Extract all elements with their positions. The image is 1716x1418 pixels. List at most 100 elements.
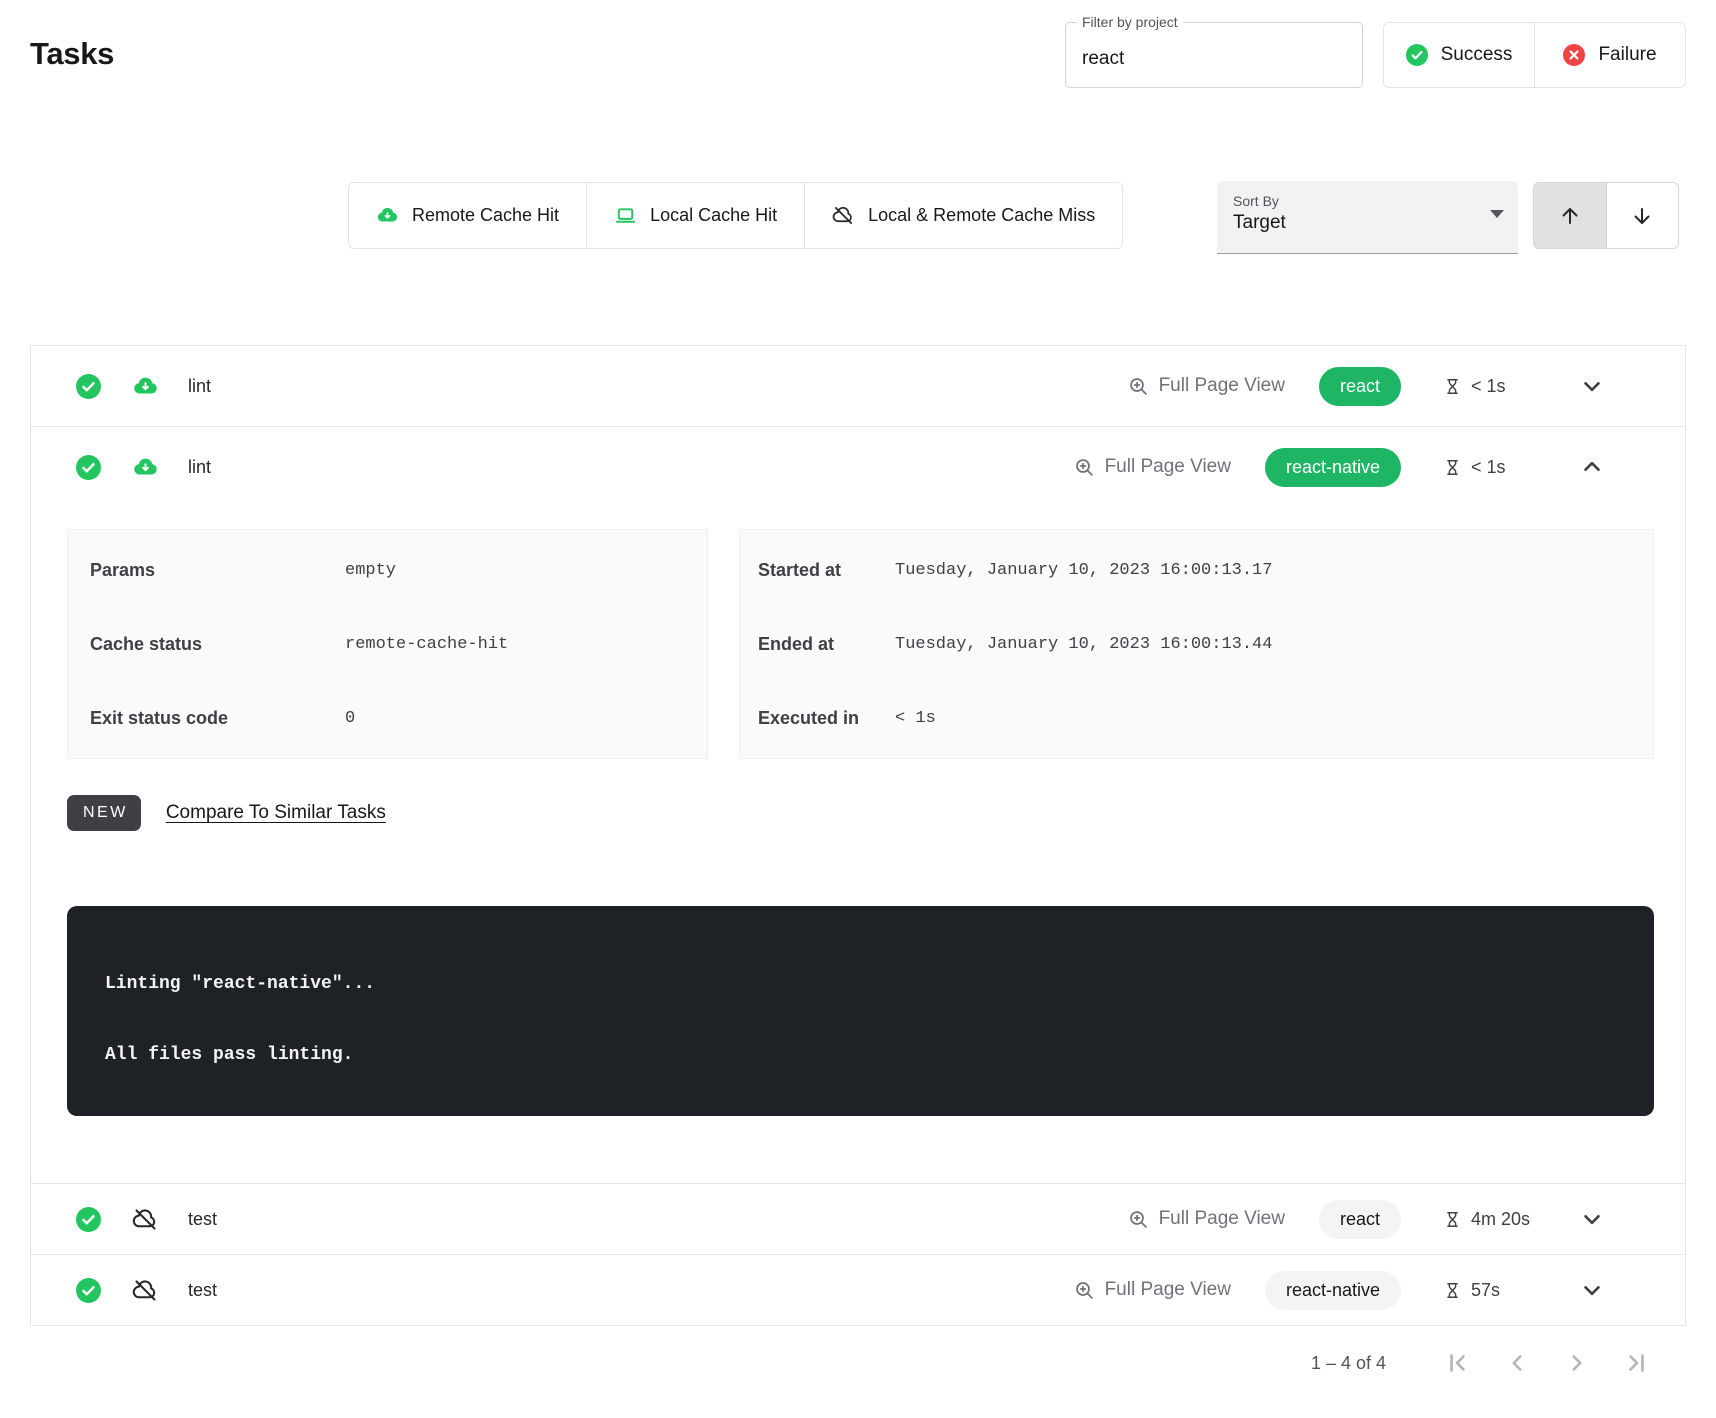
started-at-label: Started at	[758, 560, 895, 581]
chevron-up-icon[interactable]	[1579, 454, 1605, 480]
hourglass-icon	[1443, 458, 1462, 477]
local-cache-hit-label: Local Cache Hit	[650, 205, 777, 226]
last-page-button[interactable]	[1624, 1350, 1650, 1376]
task-name: lint	[188, 376, 211, 397]
local-cache-hit-filter-button[interactable]: Local Cache Hit	[586, 183, 804, 248]
zoom-in-icon	[1074, 457, 1095, 478]
ended-at-value: Tuesday, January 10, 2023 16:00:13.44	[895, 635, 1643, 654]
task-name: lint	[188, 457, 211, 478]
full-page-view-button[interactable]: Full Page View	[1128, 1208, 1285, 1230]
sort-by-label: Sort By	[1233, 193, 1502, 209]
terminal-output: Linting "react-native"... All files pass…	[67, 906, 1654, 1116]
table-row: Exit status code 0	[68, 681, 707, 755]
previous-page-button[interactable]	[1504, 1350, 1530, 1376]
hourglass-icon	[1443, 1281, 1462, 1300]
full-page-view-button[interactable]: Full Page View	[1074, 456, 1231, 478]
last-page-icon	[1624, 1350, 1650, 1376]
check-circle-icon	[76, 1207, 101, 1232]
remote-cache-hit-filter-button[interactable]: Remote Cache Hit	[349, 183, 586, 248]
remote-cache-hit-label: Remote Cache Hit	[412, 205, 559, 226]
table-row: Cache status remote-cache-hit	[68, 607, 707, 681]
compare-to-similar-tasks-link[interactable]: Compare To Similar Tasks	[166, 802, 386, 824]
chevron-right-icon	[1564, 1350, 1590, 1376]
exit-status-code-value: 0	[345, 709, 697, 728]
task-duration: 57s	[1471, 1280, 1500, 1301]
params-label: Params	[90, 560, 345, 581]
task-detail-panel: Params empty Cache status remote-cache-h…	[31, 507, 1685, 1183]
cloud-download-icon	[376, 204, 399, 227]
failure-filter-label: Failure	[1598, 44, 1656, 66]
cache-status-value: remote-cache-hit	[345, 635, 697, 654]
new-badge: NEW	[67, 795, 141, 831]
table-row: Params empty	[68, 533, 707, 607]
full-page-view-label: Full Page View	[1105, 456, 1231, 478]
task-row-test-react-native[interactable]: test Full Page View react-native 57s	[31, 1255, 1685, 1325]
sort-ascending-button[interactable]	[1534, 183, 1606, 248]
chevron-down-icon[interactable]	[1579, 373, 1605, 399]
zoom-in-icon	[1128, 376, 1149, 397]
pagination: 1 – 4 of 4	[1311, 1350, 1650, 1376]
started-at-value: Tuesday, January 10, 2023 16:00:13.17	[895, 561, 1643, 580]
task-row-test-react[interactable]: test Full Page View react 4m 20s	[31, 1184, 1685, 1254]
failure-filter-button[interactable]: Failure	[1534, 23, 1685, 87]
task-duration: 4m 20s	[1471, 1209, 1530, 1230]
arrow-down-icon	[1630, 204, 1654, 228]
table-row: Executed in < 1s	[740, 681, 1653, 755]
project-pill[interactable]: react	[1319, 367, 1401, 406]
success-filter-label: Success	[1441, 44, 1513, 66]
check-circle-icon	[1406, 44, 1428, 66]
cloud-slash-icon	[832, 204, 855, 227]
full-page-view-label: Full Page View	[1159, 1208, 1285, 1230]
hourglass-icon	[1443, 377, 1462, 396]
zoom-in-icon	[1074, 1280, 1095, 1301]
success-filter-button[interactable]: Success	[1384, 23, 1534, 87]
cloud-slash-icon	[132, 1206, 159, 1233]
cloud-download-icon	[132, 454, 159, 481]
chevron-left-icon	[1504, 1350, 1530, 1376]
chevron-down-icon[interactable]	[1579, 1277, 1605, 1303]
cache-miss-label: Local & Remote Cache Miss	[868, 205, 1095, 226]
task-duration: < 1s	[1471, 376, 1506, 397]
task-duration: < 1s	[1471, 457, 1506, 478]
ended-at-label: Ended at	[758, 634, 895, 655]
exit-status-code-label: Exit status code	[90, 708, 345, 729]
hourglass-icon	[1443, 1210, 1462, 1229]
laptop-icon	[614, 204, 637, 227]
full-page-view-label: Full Page View	[1105, 1279, 1231, 1301]
task-params-table: Params empty Cache status remote-cache-h…	[67, 529, 708, 759]
project-pill[interactable]: react-native	[1265, 1271, 1401, 1310]
check-circle-icon	[76, 455, 101, 480]
project-filter-label: Filter by project	[1077, 13, 1183, 31]
sort-descending-button[interactable]	[1606, 183, 1679, 248]
cloud-download-icon	[132, 373, 159, 400]
sort-direction-group	[1533, 182, 1679, 249]
sort-by-select[interactable]: Sort By Target	[1217, 181, 1518, 254]
arrow-up-icon	[1558, 204, 1582, 228]
task-name: test	[188, 1280, 217, 1301]
first-page-button[interactable]	[1444, 1350, 1470, 1376]
chevron-down-icon[interactable]	[1579, 1206, 1605, 1232]
project-pill[interactable]: react	[1319, 1200, 1401, 1239]
table-row: Ended at Tuesday, January 10, 2023 16:00…	[740, 607, 1653, 681]
executed-in-value: < 1s	[895, 709, 1643, 728]
sort-by-value: Target	[1233, 212, 1502, 234]
project-filter-input[interactable]	[1066, 23, 1362, 87]
task-row-lint-react-native[interactable]: lint Full Page View react-native < 1s	[31, 427, 1685, 507]
full-page-view-button[interactable]: Full Page View	[1128, 375, 1285, 397]
check-circle-icon	[76, 1278, 101, 1303]
full-page-view-label: Full Page View	[1159, 375, 1285, 397]
project-pill[interactable]: react-native	[1265, 448, 1401, 487]
x-circle-icon	[1563, 44, 1585, 66]
next-page-button[interactable]	[1564, 1350, 1590, 1376]
params-value: empty	[345, 561, 697, 580]
task-list: lint Full Page View react < 1s	[30, 345, 1686, 1326]
zoom-in-icon	[1128, 1209, 1149, 1230]
full-page-view-button[interactable]: Full Page View	[1074, 1279, 1231, 1301]
project-filter-field[interactable]: Filter by project	[1065, 22, 1363, 88]
caret-down-icon	[1490, 210, 1504, 218]
task-name: test	[188, 1209, 217, 1230]
executed-in-label: Executed in	[758, 708, 895, 729]
task-row-lint-react[interactable]: lint Full Page View react < 1s	[31, 346, 1685, 426]
cache-miss-filter-button[interactable]: Local & Remote Cache Miss	[804, 183, 1122, 248]
task-timing-table: Started at Tuesday, January 10, 2023 16:…	[739, 529, 1654, 759]
